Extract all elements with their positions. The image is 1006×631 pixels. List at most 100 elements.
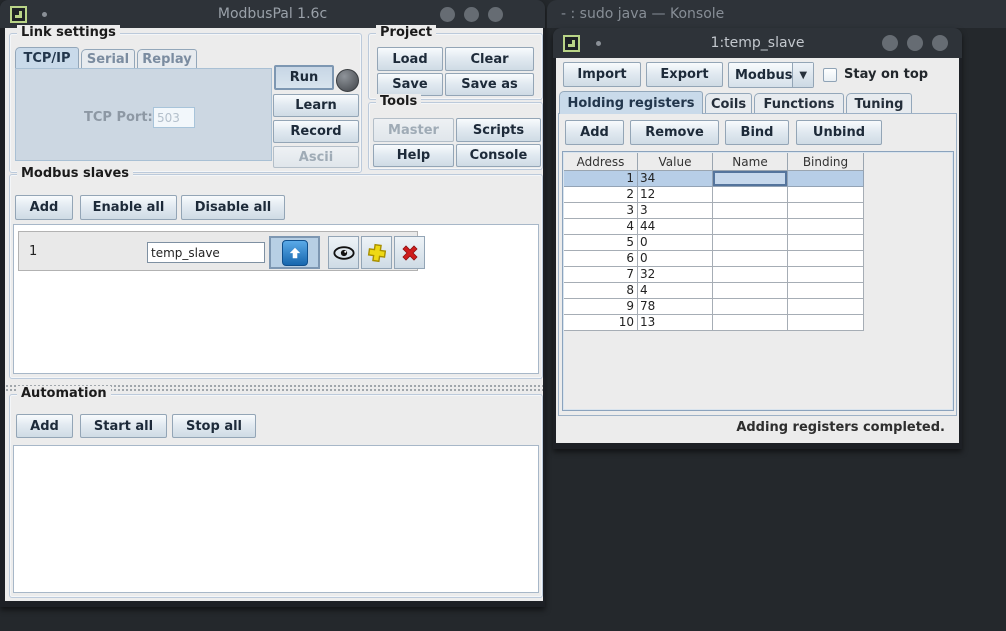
cell-address[interactable]: 6 (564, 251, 638, 267)
add-slave-button[interactable]: Add (15, 195, 73, 220)
close-button[interactable] (488, 7, 503, 22)
cell-binding[interactable] (788, 283, 864, 299)
cell-address[interactable]: 7 (564, 267, 638, 283)
cell-value[interactable]: 3 (638, 203, 713, 219)
cell-binding[interactable] (788, 235, 864, 251)
slave-enable-toggle[interactable] (269, 236, 320, 269)
minimize-button[interactable] (882, 35, 898, 51)
cell-address[interactable]: 8 (564, 283, 638, 299)
cell-binding[interactable] (788, 315, 864, 331)
cell-address[interactable]: 3 (564, 203, 638, 219)
cell-value[interactable]: 4 (638, 283, 713, 299)
import-button[interactable]: Import (563, 62, 641, 87)
tab-tuning[interactable]: Tuning (846, 93, 912, 114)
table-row[interactable]: 9 78 (564, 299, 864, 315)
modbuspal-titlebar[interactable]: ModbusPal 1.6c (0, 0, 545, 28)
save-button[interactable]: Save (377, 73, 443, 96)
table-row[interactable]: 2 12 (564, 187, 864, 203)
add-automation-button[interactable]: Add (16, 414, 73, 438)
cell-address[interactable]: 9 (564, 299, 638, 315)
stay-on-top-checkbox[interactable] (823, 68, 837, 82)
tab-coils[interactable]: Coils (705, 93, 752, 114)
col-value[interactable]: Value (638, 153, 713, 171)
cell-address[interactable]: 5 (564, 235, 638, 251)
cell-address[interactable]: 1 (564, 171, 638, 187)
cell-value[interactable]: 44 (638, 219, 713, 235)
cell-value[interactable]: 12 (638, 187, 713, 203)
table-row[interactable]: 4 44 (564, 219, 864, 235)
tab-tcpip[interactable]: TCP/IP (15, 47, 79, 68)
run-button[interactable]: Run (274, 65, 334, 90)
protocol-select[interactable]: Modbus ▼ (728, 62, 814, 88)
table-row[interactable]: 3 3 (564, 203, 864, 219)
cell-name[interactable] (713, 267, 788, 283)
slave-view-button[interactable] (328, 236, 359, 269)
cell-name[interactable] (713, 219, 788, 235)
cell-address[interactable]: 4 (564, 219, 638, 235)
save-as-button[interactable]: Save as (445, 73, 534, 96)
cell-name[interactable] (713, 171, 788, 187)
cell-binding[interactable] (788, 251, 864, 267)
tab-functions[interactable]: Functions (754, 93, 844, 114)
register-table-pane[interactable]: Address Value Name Binding 1 34 2 12 (562, 151, 954, 411)
cell-binding[interactable] (788, 203, 864, 219)
cell-value[interactable]: 0 (638, 235, 713, 251)
cell-name[interactable] (713, 235, 788, 251)
tab-holding-registers[interactable]: Holding registers (559, 91, 703, 114)
add-register-button[interactable]: Add (565, 120, 624, 145)
export-button[interactable]: Export (646, 62, 723, 87)
table-row[interactable]: 7 32 (564, 267, 864, 283)
table-row[interactable]: 1 34 (564, 171, 864, 187)
cell-name[interactable] (713, 315, 788, 331)
slave-automation-button[interactable] (361, 236, 392, 269)
slave-name-input[interactable] (147, 242, 265, 263)
cell-binding[interactable] (788, 171, 864, 187)
maximize-button[interactable] (907, 35, 923, 51)
cell-name[interactable] (713, 203, 788, 219)
console-button[interactable]: Console (456, 144, 541, 167)
konsole-titlebar[interactable]: - : sudo java — Konsole (547, 0, 1006, 28)
remove-register-button[interactable]: Remove (630, 120, 719, 145)
bind-button[interactable]: Bind (725, 120, 789, 145)
cell-value[interactable]: 78 (638, 299, 713, 315)
cell-binding[interactable] (788, 299, 864, 315)
minimize-button[interactable] (440, 7, 455, 22)
cell-value[interactable]: 0 (638, 251, 713, 267)
clear-button[interactable]: Clear (445, 47, 534, 71)
cell-binding[interactable] (788, 219, 864, 235)
start-all-button[interactable]: Start all (80, 414, 167, 438)
stop-all-button[interactable]: Stop all (172, 414, 256, 438)
unbind-button[interactable]: Unbind (796, 120, 882, 145)
temp-slave-titlebar[interactable]: 1:temp_slave (553, 28, 962, 58)
disable-all-button[interactable]: Disable all (181, 195, 285, 220)
record-button[interactable]: Record (273, 120, 359, 143)
cell-address[interactable]: 2 (564, 187, 638, 203)
cell-value[interactable]: 13 (638, 315, 713, 331)
cell-name[interactable] (713, 187, 788, 203)
enable-all-button[interactable]: Enable all (80, 195, 177, 220)
col-binding[interactable]: Binding (788, 153, 864, 171)
cell-name[interactable] (713, 251, 788, 267)
tab-serial[interactable]: Serial (81, 49, 135, 68)
cell-binding[interactable] (788, 187, 864, 203)
scripts-button[interactable]: Scripts (456, 118, 541, 142)
help-button[interactable]: Help (373, 144, 454, 167)
tcp-port-input[interactable] (153, 107, 195, 128)
cell-address[interactable]: 10 (564, 315, 638, 331)
col-name[interactable]: Name (713, 153, 788, 171)
table-row[interactable]: 6 0 (564, 251, 864, 267)
slave-row[interactable]: 1 (18, 231, 418, 271)
learn-button[interactable]: Learn (273, 94, 359, 117)
table-row[interactable]: 8 4 (564, 283, 864, 299)
cell-name[interactable] (713, 299, 788, 315)
table-row[interactable]: 5 0 (564, 235, 864, 251)
cell-value[interactable]: 34 (638, 171, 713, 187)
load-button[interactable]: Load (377, 47, 443, 71)
maximize-button[interactable] (464, 7, 479, 22)
close-button[interactable] (932, 35, 948, 51)
cell-value[interactable]: 32 (638, 267, 713, 283)
tab-replay[interactable]: Replay (137, 49, 197, 68)
table-header[interactable]: Address Value Name Binding (564, 153, 864, 171)
table-row[interactable]: 10 13 (564, 315, 864, 331)
cell-name[interactable] (713, 283, 788, 299)
